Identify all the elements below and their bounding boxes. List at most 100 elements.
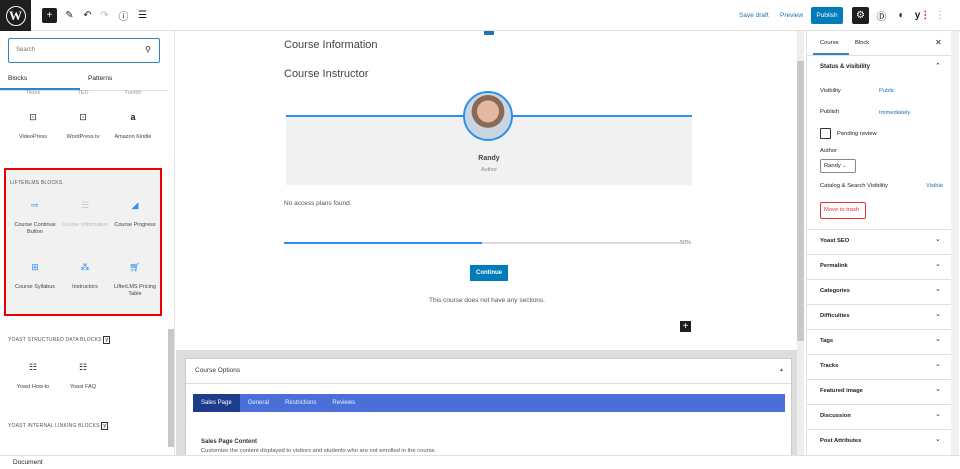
divider: [807, 379, 951, 380]
block-label: Amazon Kindle: [114, 134, 152, 140]
chevron-up-icon[interactable]: ⌃: [935, 62, 941, 70]
instructor-card: Randy Author: [286, 91, 692, 185]
block-yoast-how-to[interactable]: ☷ Yoast How-to: [8, 362, 58, 391]
chevron-down-icon[interactable]: ⌄: [935, 235, 941, 243]
tab-block[interactable]: Block: [855, 40, 869, 46]
scrollbar[interactable]: [168, 329, 174, 447]
block-videopress[interactable]: ⊡ VideoPress: [8, 112, 58, 141]
pencil-icon[interactable]: ✎: [62, 8, 77, 23]
tab-sales-page[interactable]: Sales Page: [193, 394, 240, 412]
pending-review-label: Pending review: [837, 131, 877, 137]
progress-fill: [284, 242, 482, 244]
yoast-icon[interactable]: y ⋮: [915, 8, 931, 23]
divi-icon[interactable]: Ⓓ: [874, 8, 889, 23]
chevron-down-icon[interactable]: ⌄: [935, 435, 941, 443]
info-icon[interactable]: ⓘ: [116, 8, 131, 23]
tab-patterns[interactable]: Patterns: [88, 75, 112, 82]
tab-course[interactable]: Course: [820, 40, 839, 46]
plugin-icon[interactable]: ◐: [894, 8, 909, 23]
chevron-down-icon[interactable]: ⌄: [935, 410, 941, 418]
visibility-label: Visibility: [820, 88, 841, 94]
category-label: YOAST STRUCTURED DATA BLOCKS: [8, 337, 102, 343]
block-instructors[interactable]: ⁂ Instructors: [60, 262, 110, 291]
block-course-syllabus[interactable]: ⊞ Course Syllabus: [10, 263, 60, 291]
panel-tracks[interactable]: Tracks: [820, 363, 838, 369]
continue-button[interactable]: Continue: [470, 265, 508, 281]
panel-tags[interactable]: Tags: [820, 338, 833, 344]
tab-reviews[interactable]: Reviews: [324, 394, 363, 412]
divider: [807, 229, 951, 230]
publish-value[interactable]: Immediately: [879, 110, 910, 116]
block-tiktok[interactable]: Tiktok: [8, 90, 58, 97]
editor-scrollbar[interactable]: [797, 31, 804, 455]
block-course-continue-button[interactable]: ⇨ Course Continue Button: [10, 201, 60, 236]
chevron-down-icon[interactable]: ⌄: [935, 385, 941, 393]
author-select[interactable]: Randy ⌄: [820, 159, 856, 173]
chevron-down-icon: ⌄: [842, 163, 847, 169]
panel-featured-image[interactable]: Featured image: [820, 388, 863, 394]
panel-permalink[interactable]: Permalink: [820, 263, 848, 269]
more-vertical-icon[interactable]: ⋮: [935, 8, 945, 23]
scrollbar-thumb[interactable]: [797, 61, 804, 341]
add-block-button[interactable]: +: [42, 8, 57, 23]
collapse-icon[interactable]: ▲: [779, 367, 784, 373]
users-icon: ⁂: [80, 262, 90, 272]
visibility-value[interactable]: Public: [879, 88, 895, 94]
chevron-down-icon[interactable]: ⌄: [935, 285, 941, 293]
gear-icon[interactable]: ⚙: [852, 7, 869, 24]
block-course-progress[interactable]: ◢ Course Progress: [110, 201, 160, 229]
undo-icon[interactable]: ↶: [80, 8, 95, 23]
breadcrumb-document[interactable]: Document: [13, 459, 43, 466]
block-amazon-kindle[interactable]: a Amazon Kindle: [108, 113, 158, 141]
panel-categories[interactable]: Categories: [820, 288, 850, 294]
chevron-down-icon[interactable]: ⌄: [935, 335, 941, 343]
list-icon: ☷: [28, 362, 38, 372]
yoast-icon: y: [103, 336, 111, 344]
redo-icon[interactable]: ↷: [97, 8, 112, 23]
save-draft-button[interactable]: Save draft: [739, 12, 769, 19]
move-to-trash-button[interactable]: Move to trash: [820, 202, 866, 219]
list-view-icon[interactable]: ☰: [135, 8, 150, 23]
publish-label: Publish: [820, 109, 840, 115]
catalog-visibility-value[interactable]: Visible: [926, 183, 943, 189]
section-description: Customize the content displayed to visit…: [201, 448, 437, 454]
chevron-down-icon[interactable]: ⌄: [935, 310, 941, 318]
close-icon[interactable]: ✕: [935, 38, 942, 47]
editor-canvas: Course Information Course Instructor Ran…: [176, 31, 797, 455]
status-visibility-title[interactable]: Status & visibility: [820, 64, 870, 70]
video-icon: ⊡: [29, 112, 37, 122]
course-options-panel: Course Options ▲ Sales Page General Rest…: [185, 358, 792, 455]
yoast-icon: y: [101, 422, 109, 430]
wordpress-logo-icon[interactable]: W: [0, 0, 31, 31]
instructor-name: Randy: [478, 155, 500, 162]
panel-yoast-seo[interactable]: Yoast SEO: [820, 238, 849, 244]
pending-review-checkbox[interactable]: [820, 128, 831, 139]
block-inserter: Search ⚲ Blocks Patterns Tiktok TED Tumb…: [0, 31, 175, 455]
list-icon: ☷: [78, 362, 88, 372]
search-input[interactable]: Search: [8, 38, 160, 63]
tab-restrictions[interactable]: Restrictions: [277, 394, 324, 412]
chevron-down-icon[interactable]: ⌄: [935, 360, 941, 368]
chevron-down-icon[interactable]: ⌄: [935, 260, 941, 268]
block-wordpress-tv[interactable]: ⊡ WordPress.tv: [58, 113, 108, 141]
course-options-tabs: Sales Page General Restrictions Reviews: [193, 394, 785, 412]
meta-boxes-area: Course Options ▲ Sales Page General Rest…: [176, 350, 797, 455]
panel-difficulties[interactable]: Difficulties: [820, 313, 850, 319]
access-plans-message: No access plans found.: [284, 200, 352, 207]
block-lifterlms-pricing-table[interactable]: 🛒︎ LifterLMS Pricing Table: [110, 263, 160, 298]
publish-button[interactable]: Publish: [811, 7, 843, 24]
divider: [807, 429, 951, 430]
course-information-heading: Course Information: [284, 39, 378, 51]
panel-post-attributes[interactable]: Post Attributes: [820, 438, 861, 444]
block-course-information[interactable]: ☰ Course Information: [60, 201, 110, 229]
block-ted[interactable]: TED: [58, 90, 108, 97]
block-inserter-marker[interactable]: [484, 31, 494, 35]
sidebar-scrollbar[interactable]: [951, 31, 959, 455]
add-block-button[interactable]: +: [680, 321, 691, 332]
block-yoast-faq[interactable]: ☷ Yoast FAQ: [58, 362, 108, 391]
tab-blocks[interactable]: Blocks: [8, 75, 27, 82]
panel-discussion[interactable]: Discussion: [820, 413, 851, 419]
block-tumblr[interactable]: Tumblr: [108, 90, 158, 97]
preview-button[interactable]: Preview: [780, 12, 803, 19]
tab-general[interactable]: General: [240, 394, 277, 412]
